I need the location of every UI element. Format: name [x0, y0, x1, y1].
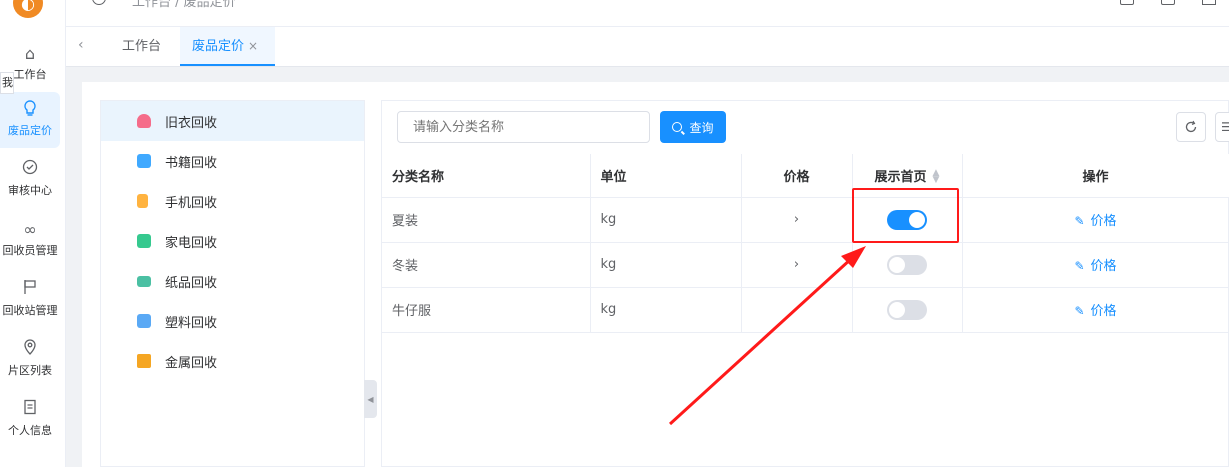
- header-show-home[interactable]: 展示首页 ▲ ▼: [852, 154, 963, 198]
- nav-item-collectors[interactable]: ∞ 回收员管理: [0, 212, 60, 268]
- refresh-icon[interactable]: [92, 0, 106, 5]
- book-icon: [137, 154, 151, 168]
- phone-icon: [137, 194, 148, 208]
- price-expand-icon[interactable]: [741, 287, 853, 333]
- category-item-books[interactable]: 书籍回收: [101, 141, 364, 181]
- appliance-icon: [137, 234, 151, 248]
- tab-workbench[interactable]: 工作台: [110, 27, 173, 66]
- category-item-clothes[interactable]: 旧衣回收: [101, 101, 364, 141]
- check-circle-icon: [22, 159, 38, 181]
- tooltip: 我: [0, 72, 14, 94]
- cell-name: 牛仔服: [382, 287, 591, 333]
- top-header: 工作台 / 废品定价: [66, 0, 1229, 27]
- table-row: 夏装 kg › ✎ 价格: [382, 197, 1229, 243]
- sort-caret-icon[interactable]: ▲ ▼: [933, 169, 940, 185]
- paper-icon: [137, 275, 151, 287]
- infinity-icon: ∞: [23, 220, 37, 239]
- qr-icon[interactable]: [1161, 0, 1175, 5]
- trash-icon[interactable]: [1120, 0, 1134, 5]
- flag-icon: [23, 279, 37, 301]
- tab-pricing[interactable]: 废品定价 ×: [180, 27, 275, 66]
- nav-item-profile[interactable]: 个人信息: [0, 392, 60, 448]
- pencil-icon: ✎: [1074, 214, 1085, 228]
- tabs-bar: ‹ 工作台 废品定价 ×: [66, 27, 1229, 67]
- refresh-button[interactable]: [1176, 112, 1206, 142]
- show-home-switch[interactable]: [887, 209, 927, 230]
- header-price: 价格: [741, 154, 853, 198]
- edit-price-link[interactable]: ✎ 价格: [1074, 214, 1116, 229]
- category-item-appliances[interactable]: 家电回收: [101, 221, 364, 261]
- search-icon: [672, 122, 683, 132]
- close-icon[interactable]: ×: [248, 39, 258, 53]
- table-row: 牛仔服 kg ✎ 价格: [382, 287, 1229, 333]
- table-row: 冬装 kg › ✎ 价格: [382, 242, 1229, 288]
- bulb-icon: [23, 99, 37, 121]
- cell-unit: kg: [590, 242, 742, 288]
- category-item-paper[interactable]: 纸品回收: [101, 261, 364, 301]
- header-name: 分类名称: [382, 154, 591, 198]
- plastic-bottle-icon: [137, 314, 151, 328]
- side-nav: ◐ ⌂ 工作台 废品定价 审核中心 ∞ 回收员管理 回收站管理 片区列表 个人信: [0, 0, 66, 467]
- pencil-icon: ✎: [1074, 259, 1085, 273]
- edit-price-link[interactable]: ✎ 价格: [1074, 259, 1116, 274]
- category-item-plastic[interactable]: 塑料回收: [101, 301, 364, 341]
- show-home-switch[interactable]: [887, 299, 927, 320]
- header-ops: 操作: [962, 154, 1229, 198]
- cell-unit: kg: [590, 287, 742, 333]
- header-unit: 单位: [590, 154, 742, 198]
- category-panel: 旧衣回收 书籍回收 手机回收 家电回收 纸品回收 塑料回收 金属回收: [100, 100, 365, 467]
- search-button[interactable]: 查询: [660, 111, 726, 143]
- chevron-left-icon[interactable]: ‹: [78, 37, 94, 55]
- table-header-row: 分类名称 单位 价格 展示首页 ▲ ▼ 操作: [382, 154, 1229, 198]
- clothes-icon: [137, 114, 151, 128]
- cell-unit: kg: [590, 197, 742, 243]
- category-item-metal[interactable]: 金属回收: [101, 341, 364, 381]
- logo-icon: ◐: [13, 0, 43, 18]
- nav-item-stations[interactable]: 回收站管理: [0, 272, 60, 328]
- home-icon: ⌂: [24, 44, 36, 63]
- nav-item-areas[interactable]: 片区列表: [0, 332, 60, 388]
- columns-button[interactable]: ☰: [1215, 112, 1229, 142]
- price-expand-icon[interactable]: ›: [741, 242, 853, 288]
- show-home-switch[interactable]: [887, 254, 927, 275]
- fullscreen-icon[interactable]: [1202, 0, 1216, 5]
- category-item-phones[interactable]: 手机回收: [101, 181, 364, 221]
- pricing-table: 分类名称 单位 价格 展示首页 ▲ ▼ 操作 夏装 kg › ✎ 价格 冬装 kg ›…: [382, 154, 1229, 333]
- nav-item-review[interactable]: 审核中心: [0, 152, 60, 208]
- price-expand-icon[interactable]: ›: [741, 197, 853, 243]
- search-input[interactable]: [397, 111, 650, 143]
- pencil-icon: ✎: [1074, 304, 1085, 318]
- collapse-handle[interactable]: ◀: [364, 380, 377, 418]
- breadcrumb: 工作台 / 废品定价: [132, 0, 236, 10]
- cell-name: 冬装: [382, 242, 591, 288]
- nav-item-pricing[interactable]: 废品定价: [0, 92, 60, 148]
- location-icon: [23, 339, 37, 361]
- cell-name: 夏装: [382, 197, 591, 243]
- refresh-icon: [1185, 120, 1197, 133]
- edit-price-link[interactable]: ✎ 价格: [1074, 304, 1116, 319]
- menu-icon: ☰: [1221, 120, 1229, 134]
- metal-bars-icon: [137, 354, 151, 368]
- document-icon: [23, 399, 37, 421]
